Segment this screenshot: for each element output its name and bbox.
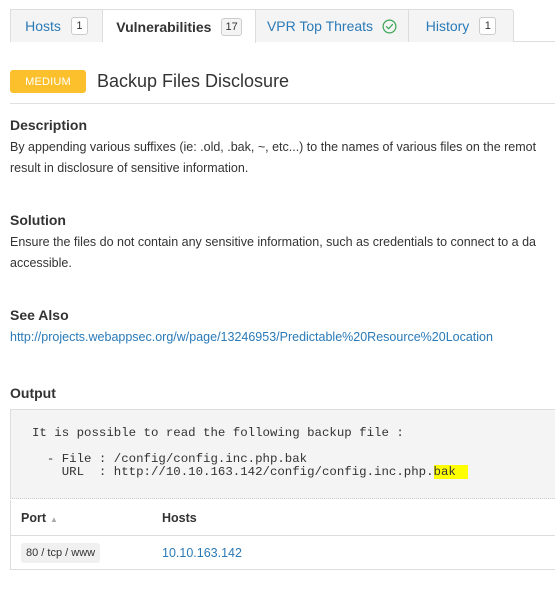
tab-history[interactable]: History 1 [409,9,514,42]
tab-hosts[interactable]: Hosts 1 [10,9,103,42]
output-line: It is possible to read the following bac… [32,426,404,440]
solution-heading: Solution [10,212,66,228]
see-also-link[interactable]: http://projects.webappsec.org/w/page/132… [10,330,493,344]
search-highlight: bak [433,465,468,479]
vulnerability-title: Backup Files Disclosure [97,71,290,91]
tab-label: VPR Top Threats [266,18,374,34]
description-text: By appending various suffixes (ie: .old,… [10,137,536,178]
tab-count-badge: 17 [221,17,242,36]
port-badge: 80 / tcp / www [21,542,101,563]
tab-vulnerabilities[interactable]: Vulnerabilities 17 [103,9,256,43]
output-line: - File : /config/config.inc.php.bak [32,452,308,466]
see-also-heading: See Also [10,307,69,323]
port-hosts-table: Port ▲ Hosts 80 / tcp / www 10.10.163.142 [10,500,555,570]
check-circle-icon [382,19,397,33]
description-heading: Description [10,117,88,133]
divider [10,103,555,104]
plugin-output-box: It is possible to read the following bac… [10,409,555,499]
severity-badge: MEDIUM [10,70,86,93]
output-line: URL : http://10.10.163.142/config/config… [32,465,434,479]
tab-bar: Hosts 1 Vulnerabilities 17 VPR Top Threa… [10,9,555,43]
description-line: result in disclosure of sensitive inform… [10,160,249,175]
table-row: 80 / tcp / www 10.10.163.142 [11,536,555,570]
plugin-output-text: It is possible to read the following bac… [32,427,468,479]
tab-label: Vulnerabilities [116,18,212,35]
port-cell: 80 / tcp / www [11,542,162,563]
sort-asc-icon: ▲ [50,514,58,524]
host-link[interactable]: 10.10.163.142 [162,546,242,560]
tab-label: Hosts [25,18,61,34]
vulnerability-header: MEDIUM Backup Files Disclosure [10,70,289,93]
tab-count-badge: 1 [479,17,497,35]
solution-line: accessible. [10,255,72,270]
solution-text: Ensure the files do not contain any sens… [10,232,536,273]
output-heading: Output [10,385,56,401]
host-cell: 10.10.163.142 [162,546,242,560]
table-header: Port ▲ Hosts [11,500,555,536]
column-header-port[interactable]: Port ▲ [11,511,162,525]
solution-line: Ensure the files do not contain any sens… [10,235,537,249]
tab-vpr-top-threats[interactable]: VPR Top Threats [256,9,409,42]
tab-label: History [425,18,470,34]
see-also-links: http://projects.webappsec.org/w/page/132… [10,327,493,348]
tab-count-badge: 1 [70,17,88,35]
column-header-hosts[interactable]: Hosts [162,511,197,525]
description-line: By appending various suffixes (ie: .old,… [10,140,537,154]
column-label: Port [21,510,46,525]
